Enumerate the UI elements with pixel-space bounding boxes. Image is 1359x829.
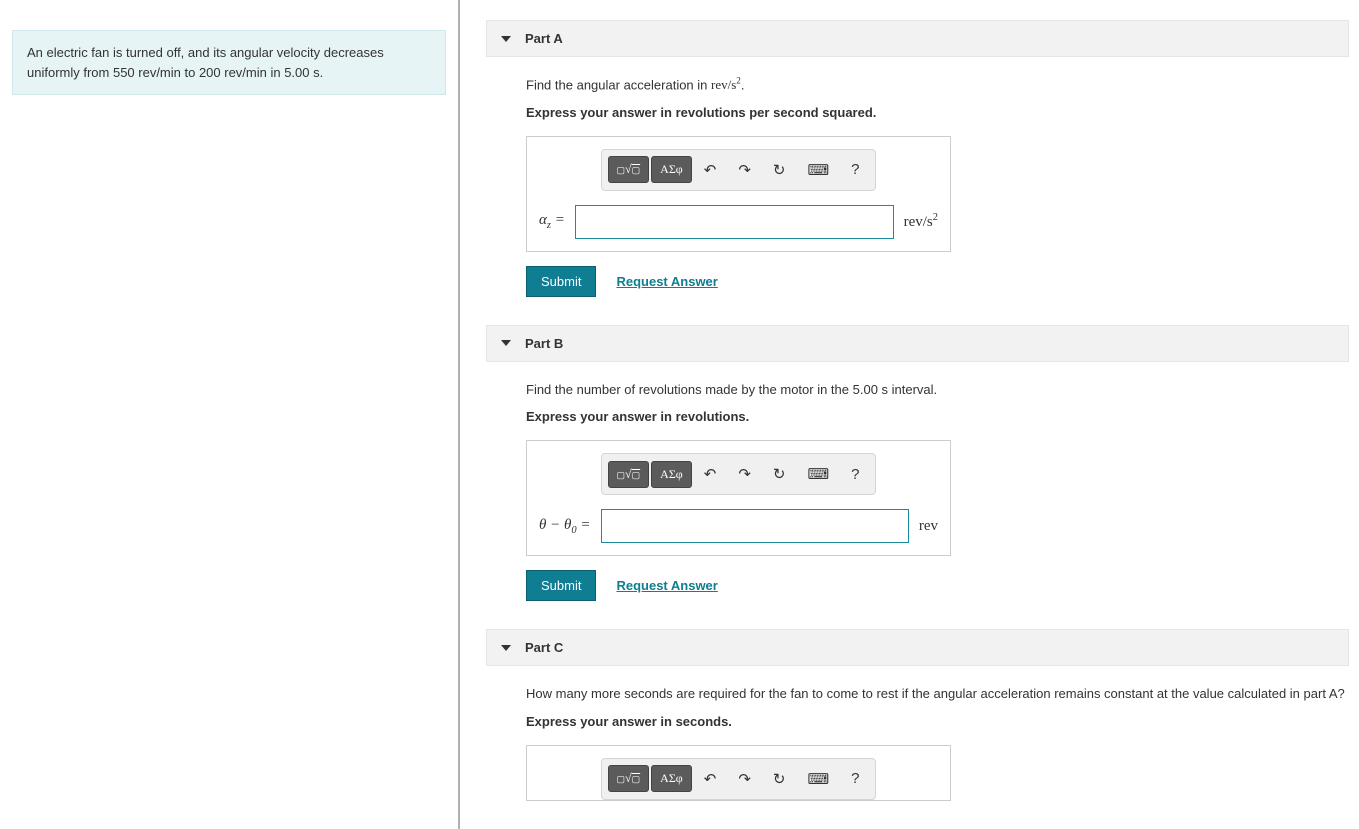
parts-panel: Part A Find the angular acceleration in … xyxy=(460,0,1359,829)
part-a: Part A Find the angular acceleration in … xyxy=(486,20,1349,297)
problem-text: An electric fan is turned off, and its a… xyxy=(27,45,384,80)
greek-button[interactable]: ΑΣφ xyxy=(651,156,692,183)
reset-button[interactable]: ↻ xyxy=(763,460,796,488)
redo-button[interactable]: ↷ xyxy=(728,460,761,488)
keyboard-button[interactable]: ⌨ xyxy=(797,460,839,488)
keyboard-button[interactable]: ⌨ xyxy=(797,765,839,793)
part-a-variable: αz = xyxy=(539,212,565,231)
templates-button[interactable]: ▢√▢ xyxy=(608,461,650,488)
part-a-question: Find the angular acceleration in rev/s2. xyxy=(526,75,1349,95)
problem-panel: An electric fan is turned off, and its a… xyxy=(0,0,460,829)
part-b-title: Part B xyxy=(525,336,563,351)
reset-button[interactable]: ↻ xyxy=(763,765,796,793)
reset-button[interactable]: ↻ xyxy=(763,156,796,184)
submit-button[interactable]: Submit xyxy=(526,266,596,297)
undo-button[interactable]: ↶ xyxy=(694,460,727,488)
undo-button[interactable]: ↶ xyxy=(694,156,727,184)
equation-toolbar: ▢√▢ ΑΣφ ↶ ↷ ↻ ⌨ ? xyxy=(601,149,877,191)
part-b-answer-box: ▢√▢ ΑΣφ ↶ ↷ ↻ ⌨ ? θ − θ0 = rev xyxy=(526,440,951,556)
part-b-unit: rev xyxy=(919,518,938,535)
chevron-down-icon xyxy=(501,340,511,346)
chevron-down-icon xyxy=(501,645,511,651)
part-c-answer-box: ▢√▢ ΑΣφ ↶ ↷ ↻ ⌨ ? xyxy=(526,745,951,801)
part-c-header[interactable]: Part C xyxy=(486,629,1349,666)
equation-toolbar: ▢√▢ ΑΣφ ↶ ↷ ↻ ⌨ ? xyxy=(601,453,877,495)
part-c: Part C How many more seconds are require… xyxy=(486,629,1349,801)
part-b: Part B Find the number of revolutions ma… xyxy=(486,325,1349,602)
part-b-input[interactable] xyxy=(601,509,909,543)
help-button[interactable]: ? xyxy=(841,765,869,792)
chevron-down-icon xyxy=(501,36,511,42)
part-a-answer-box: ▢√▢ ΑΣφ ↶ ↷ ↻ ⌨ ? αz = rev/s2 xyxy=(526,136,951,252)
templates-button[interactable]: ▢√▢ xyxy=(608,156,650,183)
keyboard-button[interactable]: ⌨ xyxy=(797,156,839,184)
undo-button[interactable]: ↶ xyxy=(694,765,727,793)
part-b-variable: θ − θ0 = xyxy=(539,517,591,536)
part-a-unit: rev/s2 xyxy=(904,212,938,231)
part-a-input[interactable] xyxy=(575,205,894,239)
part-a-instruction: Express your answer in revolutions per s… xyxy=(526,105,1349,120)
greek-button[interactable]: ΑΣφ xyxy=(651,765,692,792)
part-c-question: How many more seconds are required for t… xyxy=(526,684,1349,704)
templates-button[interactable]: ▢√▢ xyxy=(608,765,650,792)
part-c-title: Part C xyxy=(525,640,563,655)
help-button[interactable]: ? xyxy=(841,461,869,488)
request-answer-link[interactable]: Request Answer xyxy=(616,274,717,289)
part-a-header[interactable]: Part A xyxy=(486,20,1349,57)
redo-button[interactable]: ↷ xyxy=(728,765,761,793)
problem-statement: An electric fan is turned off, and its a… xyxy=(12,30,446,95)
request-answer-link[interactable]: Request Answer xyxy=(616,578,717,593)
help-button[interactable]: ? xyxy=(841,156,869,183)
part-b-question: Find the number of revolutions made by t… xyxy=(526,380,1349,400)
equation-toolbar: ▢√▢ ΑΣφ ↶ ↷ ↻ ⌨ ? xyxy=(601,758,877,800)
part-c-instruction: Express your answer in seconds. xyxy=(526,714,1349,729)
submit-button[interactable]: Submit xyxy=(526,570,596,601)
part-b-instruction: Express your answer in revolutions. xyxy=(526,409,1349,424)
greek-button[interactable]: ΑΣφ xyxy=(651,461,692,488)
part-b-header[interactable]: Part B xyxy=(486,325,1349,362)
redo-button[interactable]: ↷ xyxy=(728,156,761,184)
part-a-title: Part A xyxy=(525,31,563,46)
